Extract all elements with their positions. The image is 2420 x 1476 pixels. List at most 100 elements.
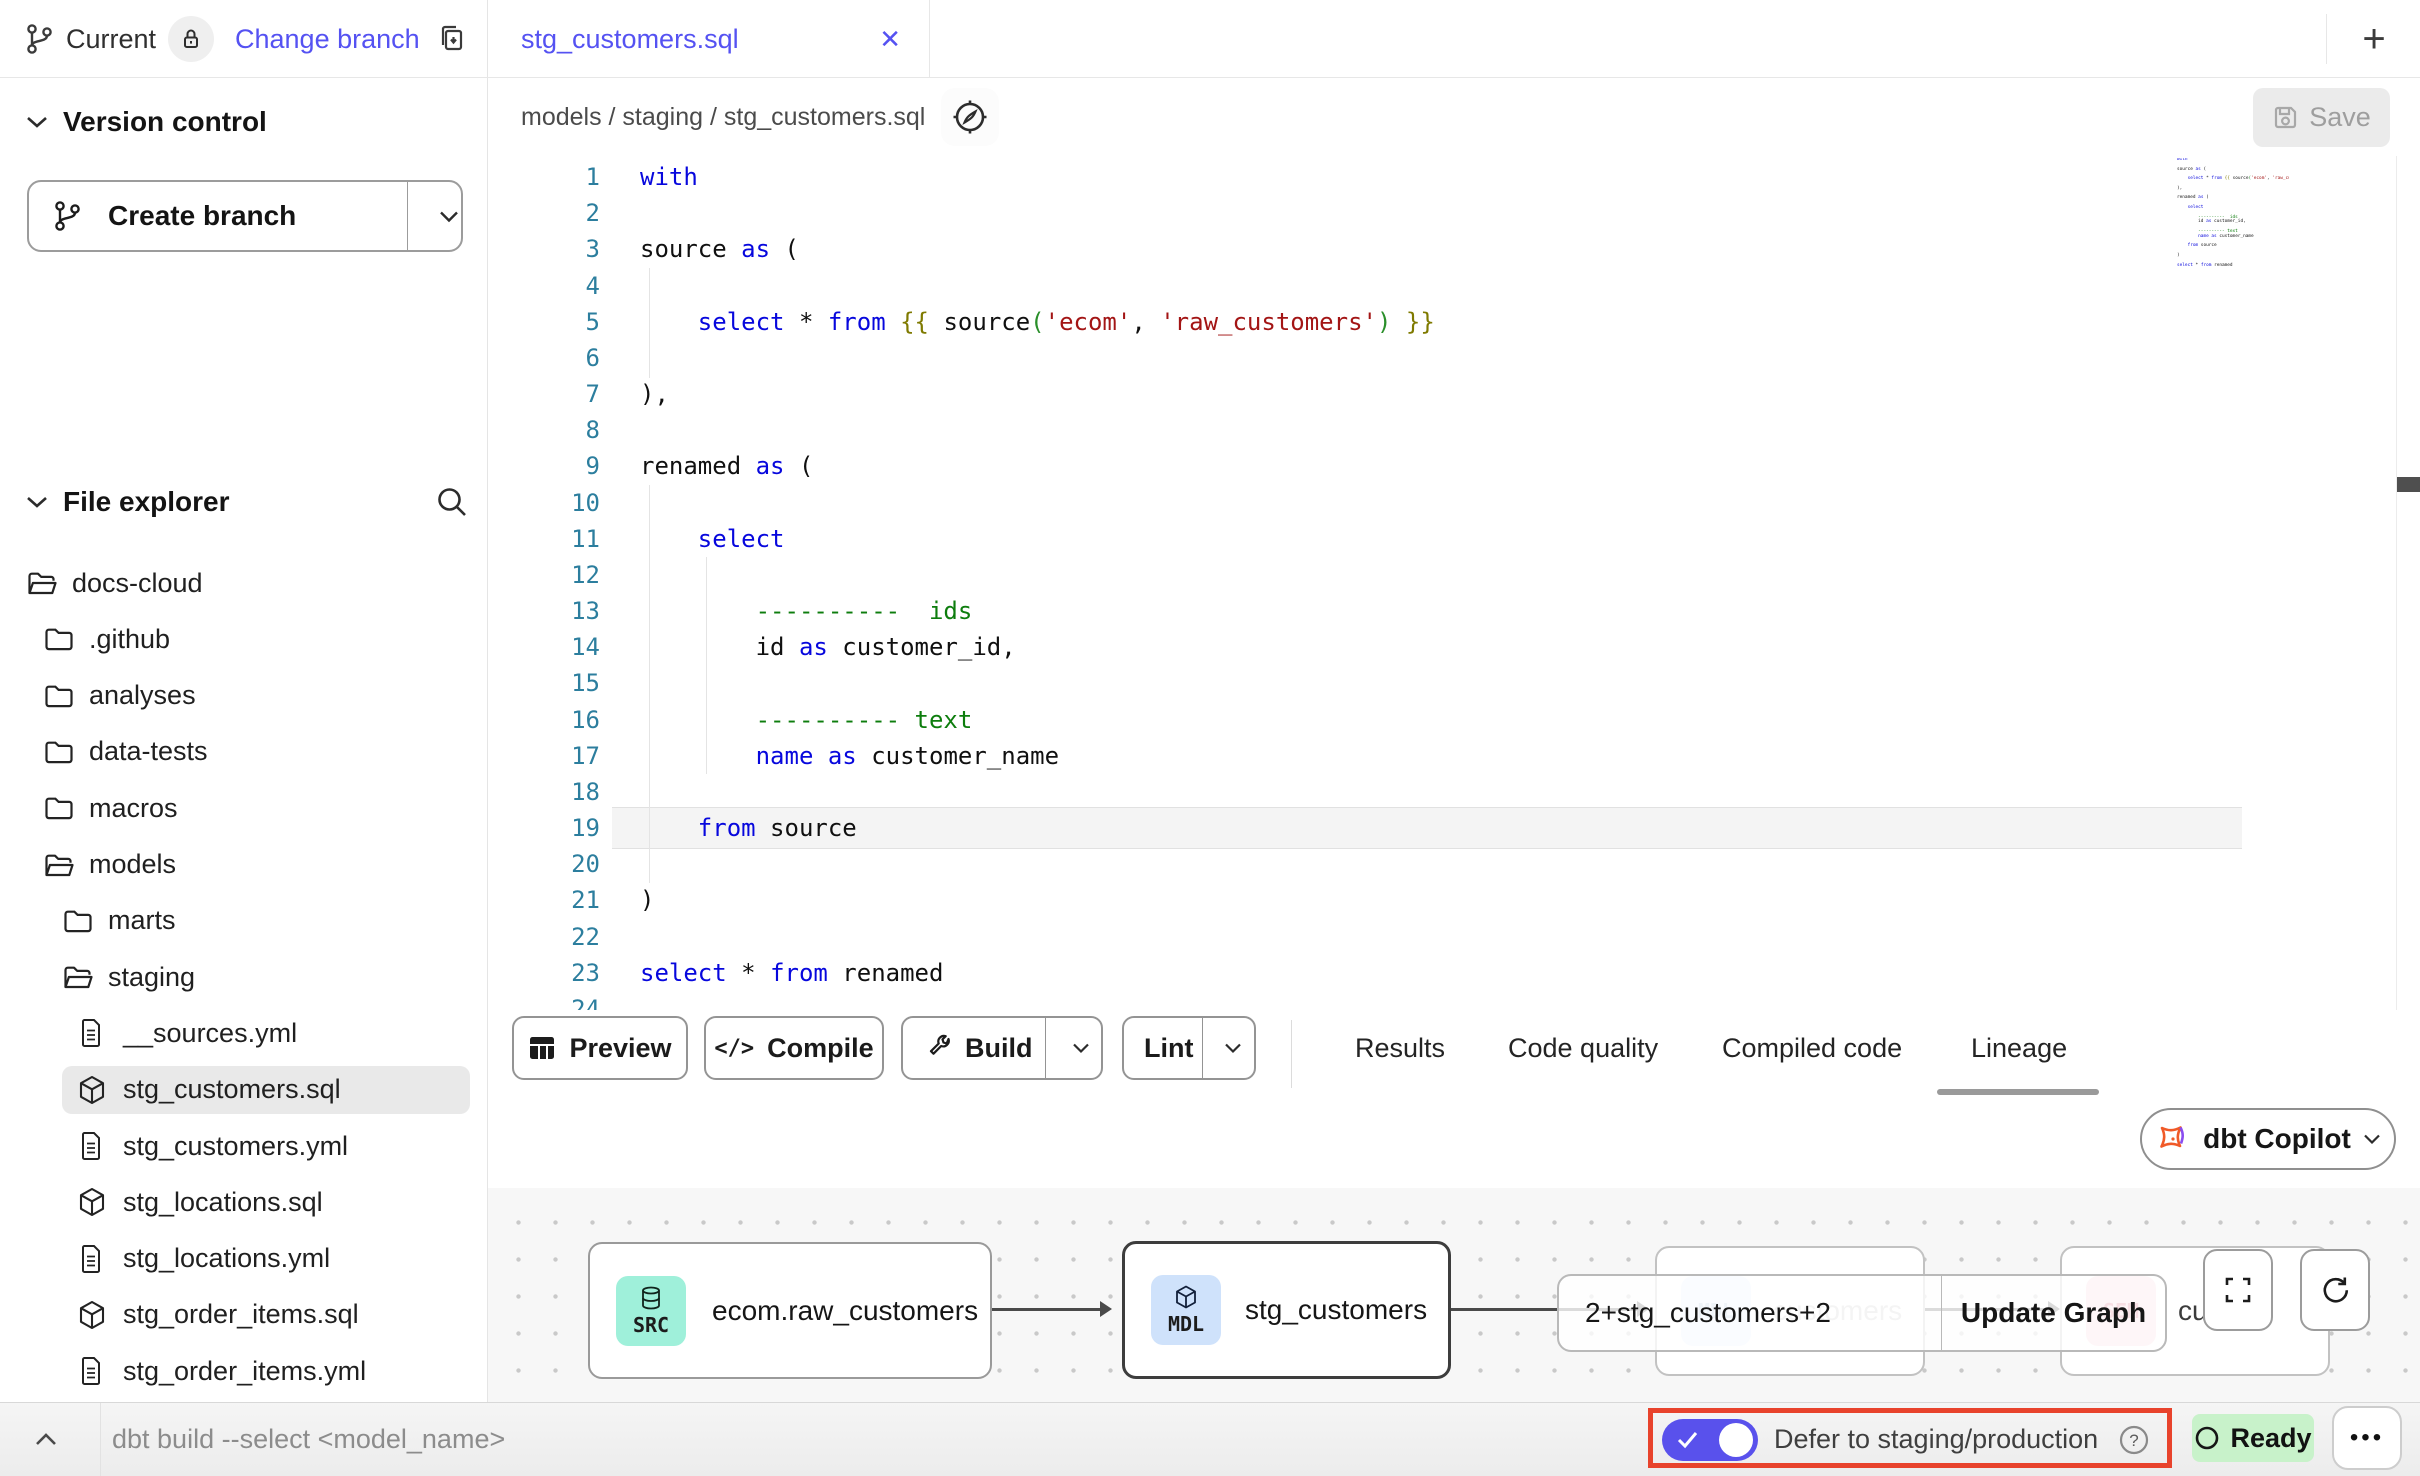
file-tree-item--github[interactable]: .github bbox=[0, 614, 487, 664]
lineage-compass-icon[interactable] bbox=[941, 88, 999, 146]
file-tree-item--sources-yml[interactable]: __sources.yml bbox=[0, 1008, 487, 1058]
file-tree-label: marts bbox=[108, 905, 176, 936]
line-number: 11 bbox=[528, 525, 600, 553]
badge-label: MDL bbox=[1168, 1312, 1204, 1336]
help-icon[interactable]: ? bbox=[2118, 1424, 2150, 1456]
editor-scrollbar-thumb[interactable] bbox=[2397, 477, 2420, 492]
defer-label: Defer to staging/production bbox=[1774, 1402, 2098, 1476]
code-line-13[interactable]: 13 ---------- ids bbox=[488, 593, 2420, 629]
line-number: 1 bbox=[528, 163, 600, 191]
statusbar-divider bbox=[100, 1403, 101, 1476]
folder-icon bbox=[43, 625, 75, 653]
line-content: from source bbox=[640, 814, 857, 842]
tab-lineage[interactable]: Lineage bbox=[1971, 1028, 2067, 1068]
lineage-selector-bar: 2+stg_customers+2 Update Graph bbox=[1557, 1274, 2167, 1352]
file-tree-label: __sources.yml bbox=[123, 1018, 297, 1049]
code-line-23[interactable]: 23select * from renamed bbox=[488, 955, 2420, 991]
line-number: 2 bbox=[528, 199, 600, 227]
code-line-7[interactable]: 7), bbox=[488, 376, 2420, 412]
code-line-15[interactable]: 15 bbox=[488, 665, 2420, 701]
update-graph-button[interactable]: Update Graph bbox=[1942, 1276, 2165, 1350]
line-number: 13 bbox=[528, 597, 600, 625]
file-tree-label: stg_customers.sql bbox=[123, 1074, 341, 1105]
code-line-20[interactable]: 20 bbox=[488, 846, 2420, 882]
line-number: 14 bbox=[528, 633, 600, 661]
editor-minimap[interactable]: withsource as ( select * from {{ source(… bbox=[2177, 158, 2289, 418]
build-dropdown[interactable] bbox=[1057, 1042, 1105, 1054]
code-line-1[interactable]: 1 with bbox=[488, 159, 2420, 195]
file-tree-item-stg-customers-sql[interactable]: stg_customers.sql bbox=[0, 1065, 487, 1115]
code-line-12[interactable]: 12 bbox=[488, 557, 2420, 593]
file-tree-item-models[interactable]: models bbox=[0, 840, 487, 890]
code-line-6[interactable]: 6 bbox=[488, 340, 2420, 376]
code-line-14[interactable]: 14 id as customer_id, bbox=[488, 629, 2420, 665]
lineage-graph[interactable]: SRC ecom.raw_customers MDL stg_customers… bbox=[488, 1188, 2420, 1402]
file-tree-item-stg-locations-yml[interactable]: stg_locations.yml bbox=[0, 1234, 487, 1284]
code-line-2[interactable]: 2 bbox=[488, 195, 2420, 231]
code-line-17[interactable]: 17 name as customer_name bbox=[488, 738, 2420, 774]
line-content: ) bbox=[640, 886, 654, 914]
tab-compiled-code[interactable]: Compiled code bbox=[1722, 1028, 1902, 1068]
code-line-16[interactable]: 16 ---------- text bbox=[488, 702, 2420, 738]
compile-button[interactable]: </> Compile bbox=[704, 1016, 884, 1080]
tabbar-divider bbox=[2326, 14, 2327, 64]
document-file-icon bbox=[77, 1243, 105, 1275]
tab-results[interactable]: Results bbox=[1355, 1028, 1445, 1068]
code-line-5[interactable]: 5 select * from {{ source('ecom', 'raw_c… bbox=[488, 304, 2420, 340]
code-line-8[interactable]: 8 bbox=[488, 412, 2420, 448]
minimap-line: ) bbox=[2177, 254, 2180, 259]
lint-dropdown[interactable] bbox=[1210, 1042, 1256, 1054]
code-line-22[interactable]: 22 bbox=[488, 919, 2420, 955]
button-split-divider bbox=[1045, 1018, 1046, 1078]
chevron-up-icon[interactable] bbox=[20, 1402, 72, 1476]
code-line-21[interactable]: 21) bbox=[488, 882, 2420, 918]
tab-code-quality[interactable]: Code quality bbox=[1508, 1028, 1658, 1068]
lineage-node-source[interactable]: SRC ecom.raw_customers bbox=[588, 1242, 992, 1379]
preview-button[interactable]: Preview bbox=[512, 1016, 688, 1080]
code-line-4[interactable]: 4 bbox=[488, 268, 2420, 304]
file-tree-item-analyses[interactable]: analyses bbox=[0, 671, 487, 721]
code-line-24[interactable]: 24 bbox=[488, 991, 2420, 1010]
code-line-10[interactable]: 10 bbox=[488, 485, 2420, 521]
file-tree-item-macros[interactable]: macros bbox=[0, 783, 487, 833]
folder-icon bbox=[43, 682, 75, 710]
minimap-line: with bbox=[2177, 158, 2188, 163]
tab-close-icon[interactable]: ✕ bbox=[879, 24, 901, 55]
save-button[interactable]: Save bbox=[2253, 88, 2390, 147]
file-tree-item-stg-order-items-sql[interactable]: stg_order_items.sql bbox=[0, 1290, 487, 1340]
file-tree-item-data-tests[interactable]: data-tests bbox=[0, 727, 487, 777]
file-tree-item-docs-cloud[interactable]: docs-cloud bbox=[0, 558, 487, 608]
code-line-11[interactable]: 11 select bbox=[488, 521, 2420, 557]
code-line-19[interactable]: 19 from source bbox=[488, 810, 2420, 846]
file-tree-label: staging bbox=[108, 962, 195, 993]
command-input[interactable]: dbt build --select <model_name> bbox=[112, 1402, 505, 1476]
code-line-9[interactable]: 9renamed as ( bbox=[488, 448, 2420, 484]
fullscreen-icon bbox=[2223, 1275, 2253, 1305]
code-editor[interactable]: 1 with 2 3source as ( 4 5 select * from {{ so… bbox=[488, 156, 2420, 1010]
dbt-copilot-button[interactable]: dbt Copilot bbox=[2140, 1108, 2396, 1170]
code-lines[interactable]: 1 with 2 3source as ( 4 5 select * from {{ so… bbox=[488, 156, 2420, 1010]
build-button[interactable]: Build bbox=[901, 1016, 1103, 1080]
compile-label: Compile bbox=[767, 1033, 874, 1064]
file-tree-item-stg-customers-yml[interactable]: stg_customers.yml bbox=[0, 1121, 487, 1171]
ready-circle-icon bbox=[2194, 1425, 2220, 1451]
defer-toggle[interactable] bbox=[1662, 1419, 1758, 1461]
new-tab-button[interactable]: + bbox=[2342, 0, 2406, 78]
file-tree-item-marts[interactable]: marts bbox=[0, 896, 487, 946]
file-tree-item-stg-locations-sql[interactable]: stg_locations.sql bbox=[0, 1177, 487, 1227]
code-line-3[interactable]: 3source as ( bbox=[488, 231, 2420, 267]
line-number: 8 bbox=[528, 416, 600, 444]
minimap-line: select * from {{ source('ecom', 'raw_cus… bbox=[2177, 177, 2289, 182]
file-tree-item-staging[interactable]: staging bbox=[0, 952, 487, 1002]
tab-stg-customers-sql[interactable]: stg_customers.sql ✕ bbox=[488, 0, 930, 78]
code-line-18[interactable]: 18 bbox=[488, 774, 2420, 810]
file-tree-item-stg-order-items-yml[interactable]: stg_order_items.yml bbox=[0, 1346, 487, 1396]
line-number: 4 bbox=[528, 272, 600, 300]
model-selector-input[interactable]: 2+stg_customers+2 bbox=[1559, 1276, 1942, 1350]
more-options-button[interactable]: ••• bbox=[2332, 1406, 2402, 1470]
lint-button[interactable]: Lint bbox=[1122, 1016, 1256, 1080]
lineage-node-stg-customers[interactable]: MDL stg_customers bbox=[1122, 1241, 1451, 1379]
fullscreen-button[interactable] bbox=[2203, 1249, 2273, 1331]
model-badge: MDL bbox=[1151, 1275, 1221, 1345]
refresh-button[interactable] bbox=[2300, 1249, 2370, 1331]
